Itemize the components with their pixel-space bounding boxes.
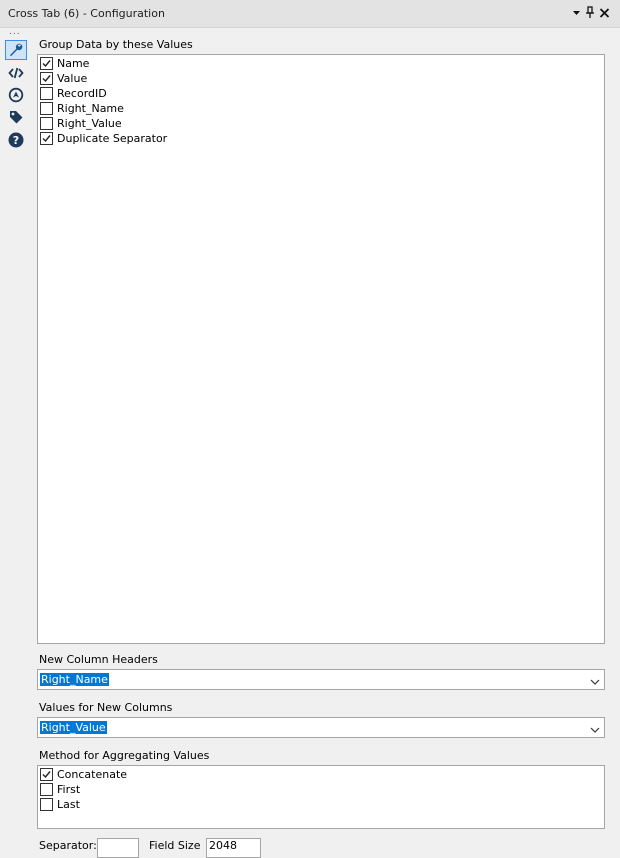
wrench-icon[interactable]	[5, 40, 27, 60]
values-new-columns-label: Values for New Columns	[39, 701, 173, 714]
checkbox-item[interactable]: Concatenate	[38, 767, 604, 782]
sidebar: ... ?	[0, 27, 32, 845]
checkbox-label: Value	[57, 72, 88, 85]
title-bar: Cross Tab (6) - Configuration	[0, 0, 620, 28]
checkbox-checked[interactable]	[40, 57, 53, 70]
group-by-label: Group Data by these Values	[39, 38, 193, 51]
checkbox-label: First	[57, 783, 81, 796]
checkbox-unchecked[interactable]	[40, 783, 53, 796]
checkbox-item[interactable]: Right_Name	[38, 101, 604, 116]
chevron-down-icon[interactable]	[590, 676, 600, 689]
separator-input[interactable]	[97, 838, 139, 858]
checkbox-checked[interactable]	[40, 72, 53, 85]
checkbox-label: Concatenate	[57, 768, 128, 781]
checkbox-checked[interactable]	[40, 132, 53, 145]
checkbox-label: Last	[57, 798, 80, 811]
checkbox-unchecked[interactable]	[40, 117, 53, 130]
checkmark-icon	[42, 771, 51, 779]
field-size-input[interactable]: 2048	[206, 838, 261, 858]
annotation-icon[interactable]	[5, 85, 27, 105]
values-new-columns-dropdown[interactable]: Right_Value	[37, 717, 605, 738]
checkbox-item[interactable]: RecordID	[38, 86, 604, 101]
pin-icon[interactable]	[585, 6, 595, 23]
svg-text:?: ?	[13, 134, 19, 147]
values-new-columns-value: Right_Value	[40, 721, 107, 734]
help-icon[interactable]: ?	[5, 130, 27, 150]
checkbox-checked[interactable]	[40, 768, 53, 781]
overflow-dots[interactable]: ...	[9, 27, 21, 37]
checkbox-unchecked[interactable]	[40, 798, 53, 811]
checkbox-item[interactable]: Last	[38, 797, 604, 812]
dropdown-arrow-icon[interactable]	[572, 6, 581, 23]
aggregation-label: Method for Aggregating Values	[39, 749, 210, 762]
checkbox-unchecked[interactable]	[40, 87, 53, 100]
checkbox-label: RecordID	[57, 87, 107, 100]
window-title: Cross Tab (6) - Configuration	[8, 7, 165, 20]
checkbox-unchecked[interactable]	[40, 102, 53, 115]
aggregation-listbox[interactable]: Concatenate First Last	[37, 765, 605, 829]
code-icon[interactable]	[5, 63, 27, 83]
separator-label: Separator:	[39, 839, 97, 852]
checkbox-label: Right_Value	[57, 117, 122, 130]
checkbox-label: Name	[57, 57, 90, 70]
checkmark-icon	[42, 75, 51, 83]
new-column-headers-label: New Column Headers	[39, 653, 158, 666]
checkbox-label: Duplicate Separator	[57, 132, 168, 145]
checkbox-item[interactable]: Right_Value	[38, 116, 604, 131]
checkbox-item[interactable]: Value	[38, 71, 604, 86]
field-size-label: Field Size	[149, 839, 201, 852]
chevron-down-icon[interactable]	[590, 724, 600, 737]
checkbox-item[interactable]: Duplicate Separator	[38, 131, 604, 146]
group-by-listbox[interactable]: Name Value RecordID Right_Name Right_Value Du…	[37, 54, 605, 644]
checkbox-label: Right_Name	[57, 102, 124, 115]
new-column-headers-value: Right_Name	[40, 673, 109, 686]
checkmark-icon	[42, 60, 51, 68]
tag-icon[interactable]	[5, 107, 27, 127]
checkbox-item[interactable]: First	[38, 782, 604, 797]
checkbox-item[interactable]: Name	[38, 56, 604, 71]
close-icon[interactable]	[599, 6, 610, 23]
new-column-headers-dropdown[interactable]: Right_Name	[37, 669, 605, 690]
checkmark-icon	[42, 135, 51, 143]
